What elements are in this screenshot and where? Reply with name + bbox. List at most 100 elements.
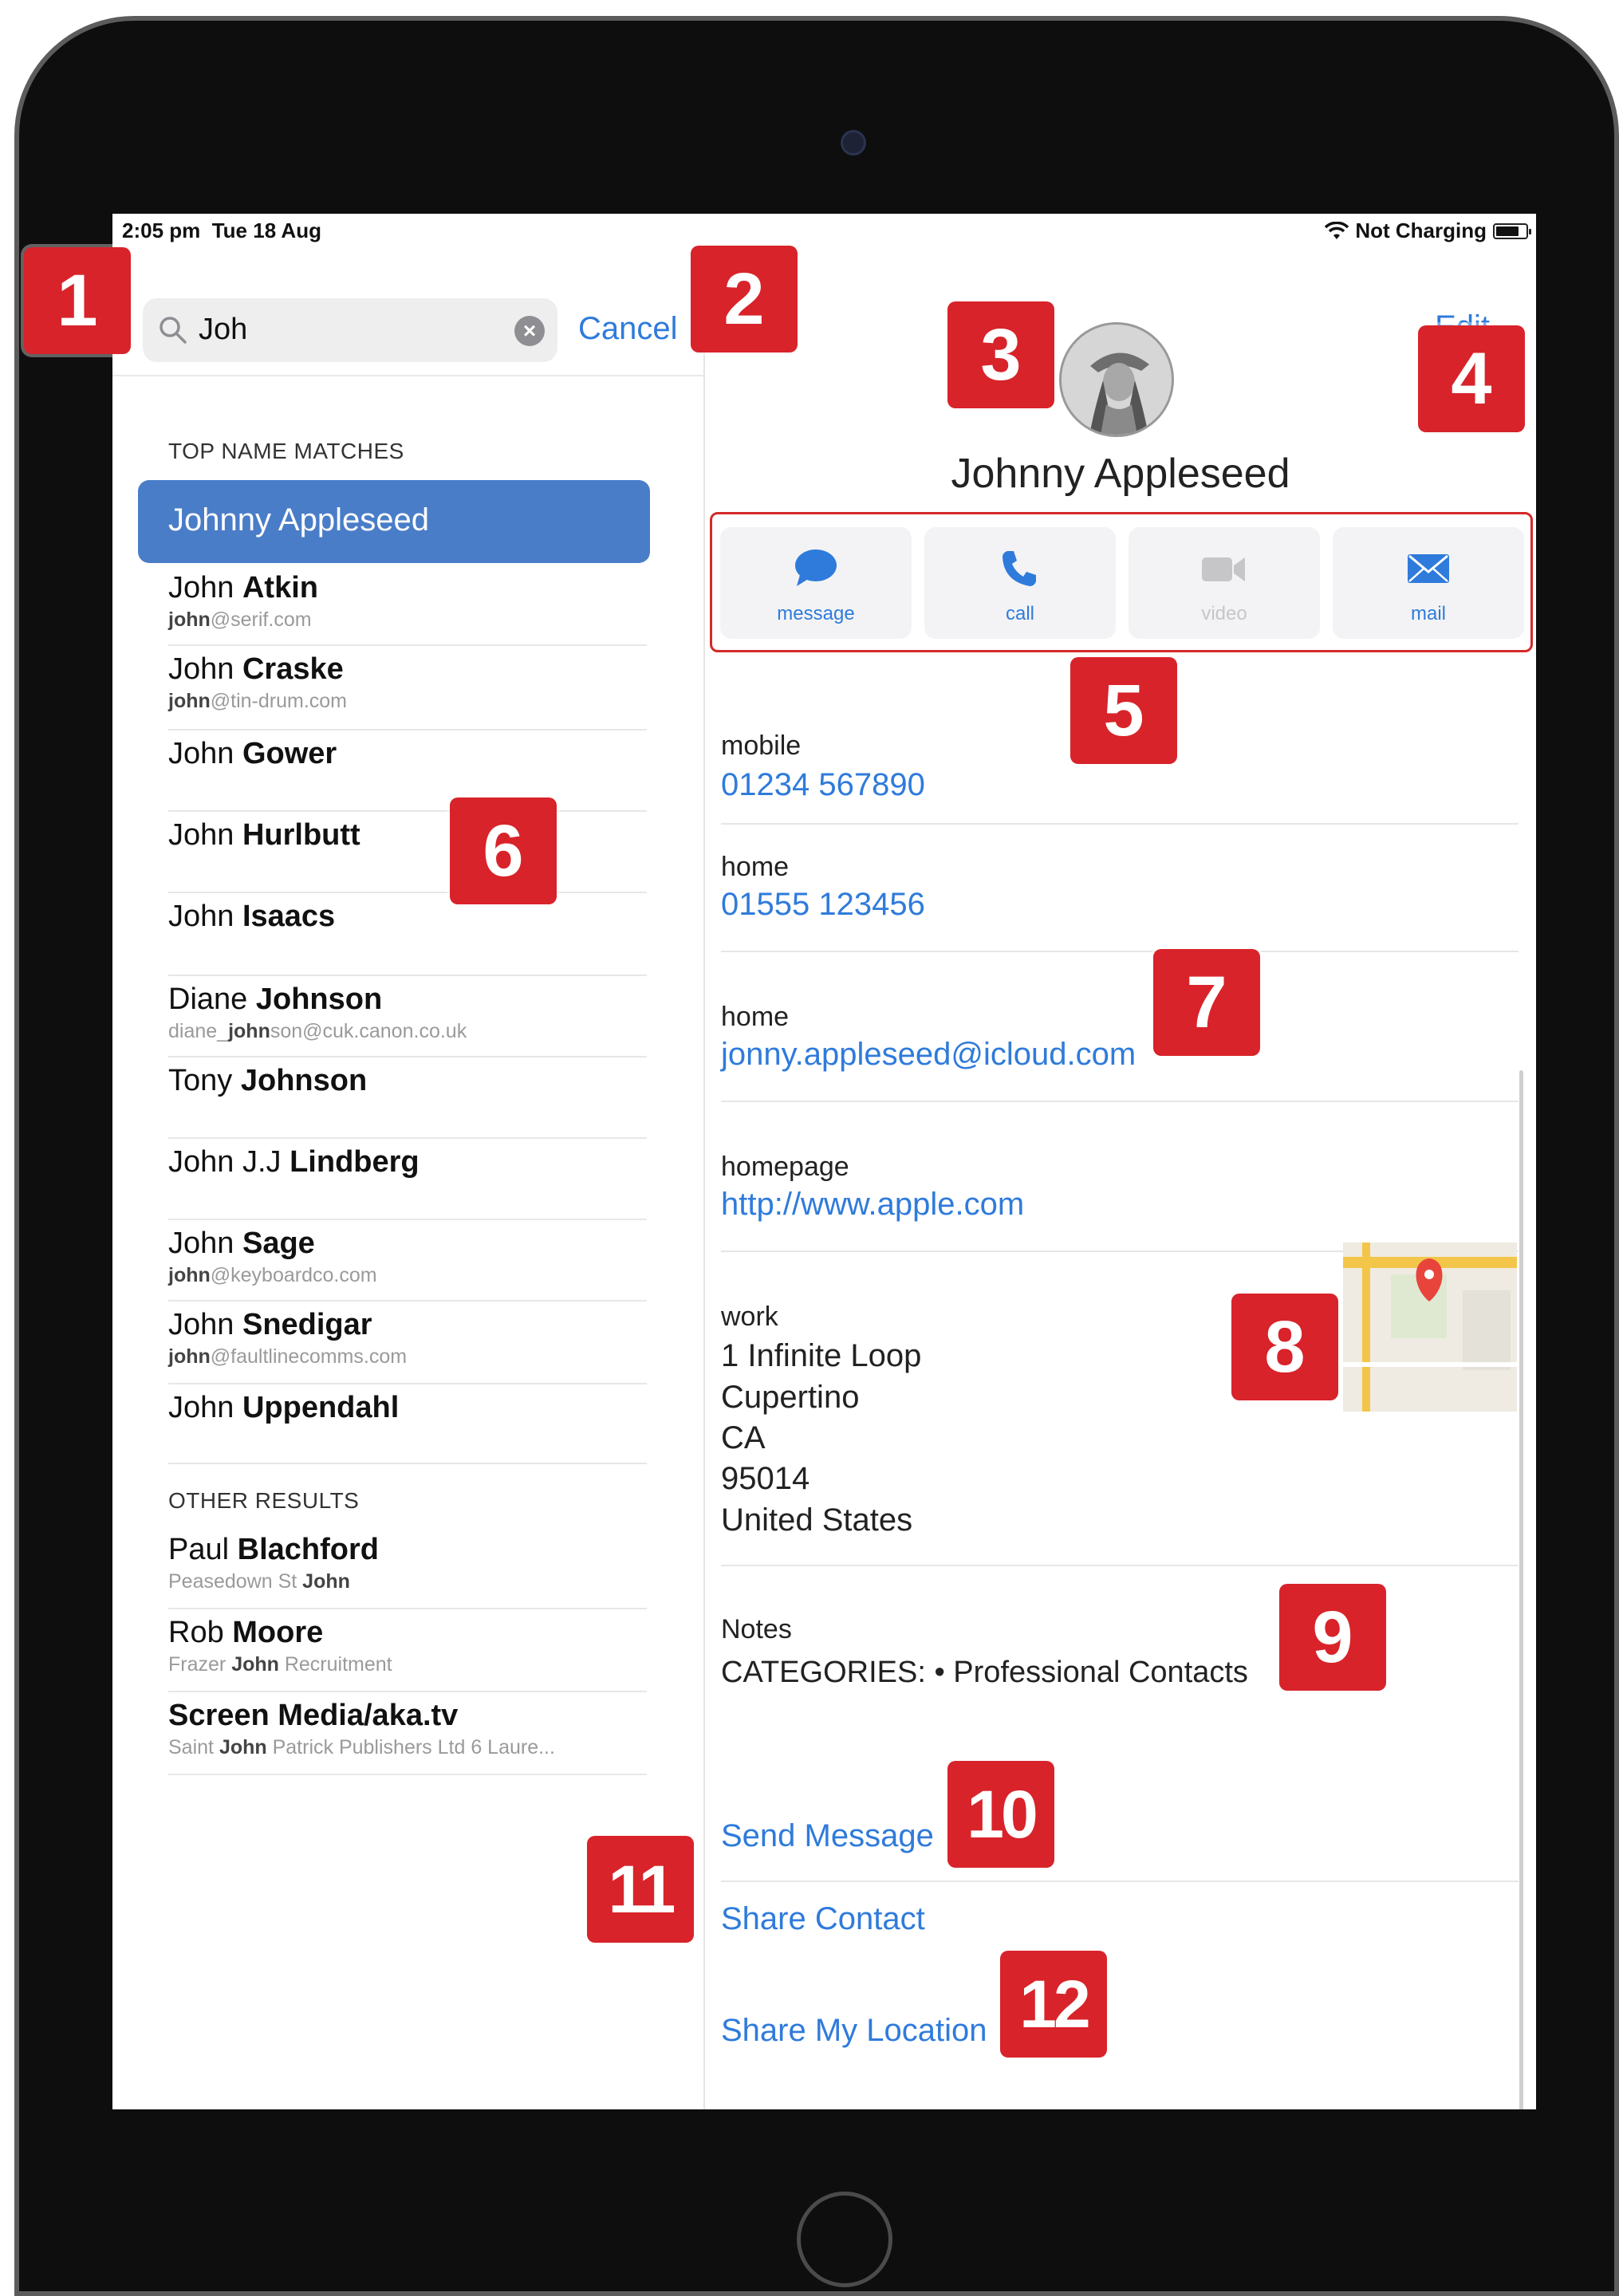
contact-subtitle: Peasedown St John [168,1570,647,1593]
home-email-address[interactable]: jonny.appleseed@icloud.com [721,1037,1136,1073]
last-name: Lindberg [290,1145,420,1179]
mobile-label: mobile [721,731,802,761]
avatar-portrait-icon [1062,325,1172,435]
last-name: Craske [242,652,344,686]
contact-row[interactable]: John Hurlbutt [168,818,647,853]
search-input[interactable]: Joh [199,313,247,347]
video-button: video [1129,527,1320,639]
last-name: Johnson [255,983,383,1016]
first-name: Paul [168,1533,230,1566]
home-phone-number[interactable]: 01555 123456 [721,887,925,923]
callout-12: 12 [1000,1951,1107,2058]
last-name: Blachford [237,1533,379,1566]
mobile-number[interactable]: 01234 567890 [721,767,925,803]
last-name: Atkin [242,571,318,605]
first-name: Rob [168,1616,224,1649]
contact-row[interactable]: John Sage john@keyboardco.com [168,1227,647,1287]
call-button[interactable]: call [924,527,1116,639]
contact-row[interactable]: John Atkin john@serif.com [168,571,647,632]
search-results-pane: Joh × Cancel TOP NAME MATCHES Johnny App… [112,249,705,2109]
contact-row[interactable]: John Gower [168,737,647,771]
contact-row[interactable]: Screen Media/aka.tv Saint John Patrick Pu… [168,1699,647,1759]
subtitle-match: john [168,1264,211,1286]
contact-name: Screen Media/aka.tv [168,1699,647,1733]
search-field[interactable]: Joh × [143,298,557,362]
scroll-indicator[interactable] [1519,1070,1523,2109]
contact-row[interactable]: Paul Blachford Peasedown St John [168,1533,647,1593]
envelope-icon [1408,554,1449,583]
mail-button[interactable]: mail [1333,527,1524,639]
contact-row[interactable]: John Craske john@tin-drum.com [168,652,647,713]
row-separator [168,810,647,812]
contact-subtitle: john@tin-drum.com [168,690,647,713]
first-name: John [168,900,234,933]
contact-subtitle: Frazer John Recruitment [168,1653,647,1676]
contact-subtitle: john@serif.com [168,608,647,632]
share-contact-link[interactable]: Share Contact [721,1901,925,1937]
send-message-link[interactable]: Send Message [721,1818,934,1854]
subtitle-text: Saint [168,1736,219,1758]
clear-search-icon[interactable]: × [514,316,545,346]
contact-name: Diane Johnson [168,983,647,1017]
contact-row[interactable]: Rob Moore Frazer John Recruitment [168,1616,647,1676]
address-line: 95014 [721,1461,810,1496]
last-name: Screen Media/aka.tv [168,1699,459,1732]
contact-name: John Atkin [168,571,647,605]
contact-name: John Sage [168,1227,647,1261]
contact-row[interactable]: Tony Johnson [168,1064,647,1098]
subtitle-match: john [168,608,211,631]
separator [721,823,1519,825]
phone-icon [1003,551,1036,586]
contact-name: Rob Moore [168,1616,647,1650]
contact-row[interactable]: John Isaacs [168,900,647,934]
last-name: Moore [232,1616,324,1649]
row-separator [168,1463,647,1464]
first-name: Diane [168,983,248,1016]
subtitle-text: Peasedown St [168,1570,303,1593]
last-name: Isaacs [242,900,336,933]
contact-name: Tony Johnson [168,1064,647,1098]
message-button[interactable]: message [720,527,912,639]
row-separator [168,1219,647,1220]
subtitle-text: Frazer [168,1653,232,1676]
last-name: Uppendahl [242,1391,400,1424]
callout-10: 10 [947,1761,1054,1868]
last-name: Johnson [240,1064,368,1097]
notes-label: Notes [721,1614,792,1644]
last-name: Snedigar [242,1308,372,1341]
contact-row[interactable]: John J.J Lindberg [168,1145,647,1180]
contact-row[interactable]: John Uppendahl [168,1391,647,1425]
home-button[interactable] [797,2192,892,2287]
first-name: John [168,1391,234,1424]
separator [721,1565,1519,1566]
homepage-url[interactable]: http://www.apple.com [721,1187,1024,1223]
cancel-button[interactable]: Cancel [578,311,678,347]
subtitle-text: Patrick Publishers Ltd 6 Laure... [266,1736,555,1758]
row-separator [168,1691,647,1692]
search-divider [112,375,705,376]
address-line: Cupertino [721,1380,860,1415]
selected-contact-row[interactable]: Johnny Appleseed [138,480,650,563]
row-separator [168,729,647,731]
homepage-label: homepage [721,1152,849,1182]
row-separator [168,1300,647,1302]
notes-value[interactable]: CATEGORIES: • Professional Contacts [721,1656,1248,1690]
message-label: message [777,603,855,624]
call-label: call [1005,603,1034,624]
contact-subtitle: john@faultlinecomms.com [168,1345,647,1369]
contact-row[interactable]: John Snedigar john@faultlinecomms.com [168,1308,647,1369]
contact-name: John Uppendahl [168,1391,647,1425]
callout-9: 9 [1279,1584,1386,1691]
contact-row[interactable]: Diane Johnson diane_johnson@cuk.canon.co.… [168,983,647,1043]
wifi-icon [1325,221,1349,239]
contact-name: John J.J Lindberg [168,1145,647,1180]
map-thumbnail[interactable] [1343,1243,1517,1412]
callout-5: 5 [1070,657,1177,764]
contact-avatar[interactable] [1059,322,1174,437]
share-location-link[interactable]: Share My Location [721,2013,987,2049]
row-separator [168,644,647,646]
row-separator [168,975,647,976]
subtitle-text: @serif.com [210,608,312,631]
subtitle-match: John [219,1736,267,1758]
home-email-label: home [721,1002,790,1032]
